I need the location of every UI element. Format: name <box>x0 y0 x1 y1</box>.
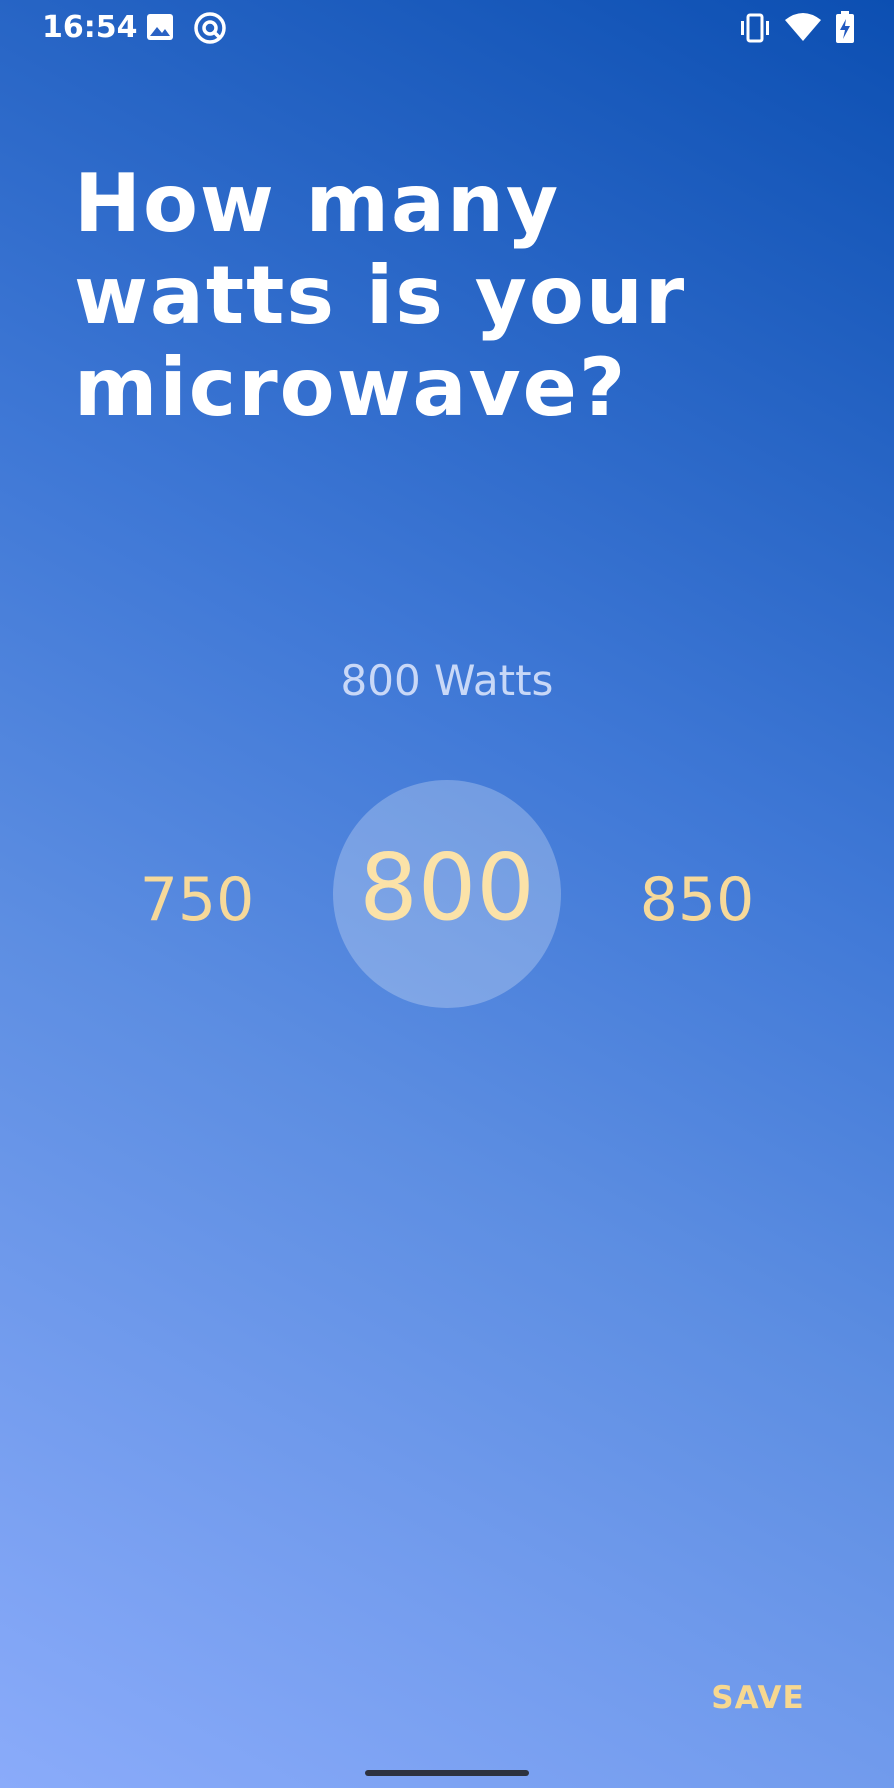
battery-charging-icon <box>836 11 854 43</box>
status-time: 16:54 <box>42 10 138 45</box>
status-bar: 16:54 <box>0 0 894 56</box>
image-icon <box>147 14 173 40</box>
picker-option-selected[interactable]: 800 <box>333 830 561 946</box>
wifi-icon <box>785 13 821 41</box>
gesture-nav-handle[interactable] <box>365 1770 529 1776</box>
picker-option-previous[interactable]: 750 <box>127 864 267 936</box>
vibrate-icon <box>741 13 769 43</box>
assistant-icon <box>194 12 226 44</box>
save-button[interactable]: SAVE <box>690 1670 826 1726</box>
wattage-picker[interactable]: 750 800 850 <box>0 780 894 1008</box>
watts-label: 800 Watts <box>340 656 554 705</box>
picker-option-next[interactable]: 850 <box>627 864 767 936</box>
question-title: How many watts is your microwave? <box>74 157 687 434</box>
